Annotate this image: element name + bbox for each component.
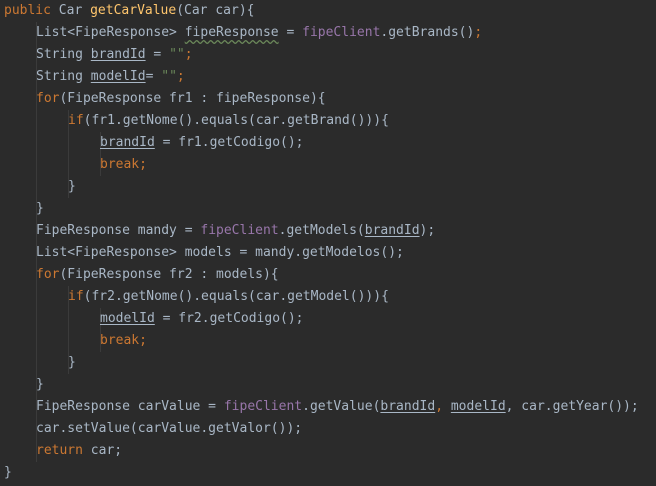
field-fipe-client: fipeClient <box>200 223 279 238</box>
code-line[interactable]: String modelId= ""; <box>36 66 185 88</box>
return-type: Car <box>58 3 83 18</box>
code-line[interactable]: car.setValue(carValue.getValor()); <box>36 418 302 440</box>
code-text: .getValue( <box>302 399 381 414</box>
variable-brand-id: brandId <box>380 399 436 414</box>
code-line[interactable]: for(FipeResponse fr1 : fipeResponse){ <box>36 88 326 110</box>
code-line[interactable]: if(fr2.getNome().equals(car.getModel()))… <box>68 286 389 308</box>
keyword-break: break <box>100 333 140 348</box>
code-line[interactable]: } <box>36 198 44 220</box>
keyword-for: for <box>36 91 60 106</box>
field-fipe-client: fipeClient <box>302 25 381 40</box>
code-text: = <box>145 47 170 62</box>
variable-fipe-response: fipeResponse <box>184 25 279 40</box>
semicolon: ; <box>184 47 193 62</box>
code-line[interactable]: for(FipeResponse fr2 : models){ <box>36 264 279 286</box>
method-name: getCarValue <box>90 3 177 18</box>
code-text: (FipeResponse fr1 : fipeResponse){ <box>59 91 326 106</box>
code-line[interactable]: } <box>4 462 12 484</box>
code-text: String <box>36 47 91 62</box>
field-fipe-client: fipeClient <box>223 399 303 414</box>
code-text: ); <box>419 223 436 238</box>
variable-brand-id: brandId <box>100 135 155 150</box>
code-line[interactable]: if(fr1.getNome().equals(car.getBrand()))… <box>68 110 389 132</box>
code-line[interactable]: } <box>36 374 44 396</box>
code-text: .getModels( <box>278 223 365 238</box>
code-text: = fr1.getCodigo(); <box>154 135 304 150</box>
code-text: , car.getYear()); <box>505 399 639 414</box>
closing-brace: } <box>36 377 44 392</box>
code-text: (fr2.getNome().equals(car.getModel())){ <box>83 289 389 304</box>
code-line[interactable]: List<FipeResponse> models = mandy.getMod… <box>36 242 404 264</box>
closing-brace: } <box>36 201 44 216</box>
code-text: = <box>145 69 162 84</box>
semicolon: ; <box>139 157 147 172</box>
closing-brace: } <box>68 179 76 194</box>
semicolon: ; <box>176 69 185 84</box>
code-text: (fr1.getNome().equals(car.getBrand())){ <box>83 113 389 128</box>
code-line[interactable]: brandId = fr1.getCodigo(); <box>100 132 304 154</box>
method-params: (Car car){ <box>176 3 255 18</box>
string-literal: "" <box>169 47 185 62</box>
string-literal: "" <box>161 69 177 84</box>
code-editor[interactable]: public Car getCarValue(Car car){ List<Fi… <box>0 0 656 486</box>
code-line[interactable]: FipeResponse carValue = fipeClient.getVa… <box>36 396 639 418</box>
code-text: List<FipeResponse> <box>36 25 185 40</box>
variable-brand-id: brandId <box>364 223 420 238</box>
keyword-public: public <box>4 3 51 18</box>
keyword-if: if <box>68 289 84 304</box>
keyword-for: for <box>36 267 60 282</box>
variable-model-id: modelId <box>100 311 155 326</box>
code-line[interactable]: break; <box>100 330 147 352</box>
code-line[interactable]: String brandId = ""; <box>36 44 193 66</box>
closing-brace: } <box>68 355 76 370</box>
semicolon: ; <box>139 333 147 348</box>
semicolon: ; <box>474 25 483 40</box>
code-text: String <box>36 69 91 84</box>
code-line[interactable]: modelId = fr2.getCodigo(); <box>100 308 304 330</box>
code-line[interactable]: FipeResponse mandy = fipeClient.getModel… <box>36 220 435 242</box>
variable-brand-id: brandId <box>90 47 146 62</box>
variable-model-id: modelId <box>90 69 146 84</box>
code-line[interactable]: } <box>68 176 76 198</box>
keyword-if: if <box>68 113 84 128</box>
keyword-break: break <box>100 157 140 172</box>
code-text: car; <box>82 443 123 458</box>
comma: , <box>435 399 451 414</box>
code-text: List<FipeResponse> models = mandy.getMod… <box>36 245 404 260</box>
code-text: FipeResponse mandy = <box>36 223 201 238</box>
code-text: (FipeResponse fr2 : models){ <box>59 267 279 282</box>
variable-model-id: modelId <box>450 399 506 414</box>
code-text: car.setValue(carValue.getValor()); <box>36 421 303 436</box>
code-text: .getBrands() <box>380 25 475 40</box>
code-line[interactable]: List<FipeResponse> fipeResponse = fipeCl… <box>36 22 482 44</box>
code-line[interactable]: } <box>68 352 76 374</box>
code-text: = <box>278 25 303 40</box>
code-line[interactable]: break; <box>100 154 147 176</box>
code-text: FipeResponse carValue = <box>36 399 224 414</box>
code-line[interactable]: public Car getCarValue(Car car){ <box>4 0 254 22</box>
closing-brace: } <box>4 465 12 480</box>
keyword-return: return <box>36 443 83 458</box>
code-line[interactable]: return car; <box>36 440 122 462</box>
code-text: = fr2.getCodigo(); <box>154 311 304 326</box>
